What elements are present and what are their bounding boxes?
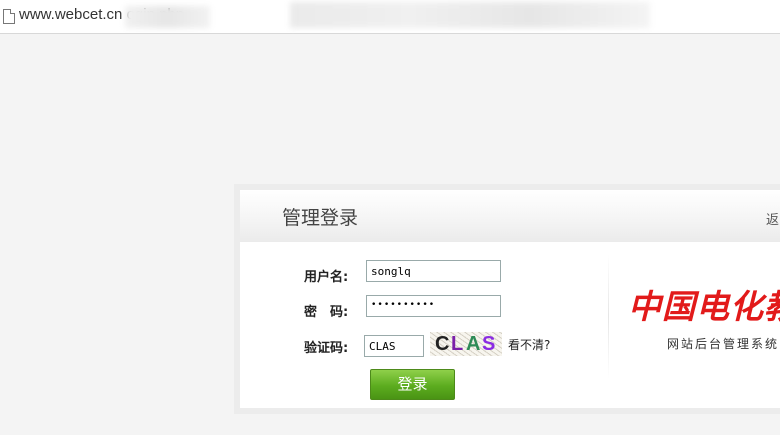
login-button[interactable]: 登录 (370, 369, 455, 400)
brand-logo: 中国电化教 (628, 287, 780, 326)
page-title: 管理登录 (282, 207, 359, 229)
login-panel-inner: 管理登录 返 用户名: 密 码: •••••••••• 验证码: C L A S… (240, 190, 780, 408)
username-label: 用户名: (304, 270, 349, 285)
username-input[interactable] (366, 260, 501, 282)
password-label: 密 码: (304, 305, 349, 320)
password-input[interactable]: •••••••••• (366, 295, 501, 317)
captcha-image[interactable]: C L A S (430, 332, 502, 356)
captcha-char: A (466, 333, 481, 355)
login-header: 管理登录 返 (240, 190, 780, 242)
address-bar[interactable]: www.webcet.cn ogin.php (0, 0, 780, 34)
login-panel: 管理登录 返 用户名: 密 码: •••••••••• 验证码: C L A S… (234, 184, 780, 414)
captcha-label: 验证码: (304, 341, 349, 356)
brand-subtitle: 网站后台管理系统 (667, 337, 780, 351)
page-icon (3, 9, 15, 24)
captcha-char: C (435, 333, 450, 355)
refresh-captcha-link[interactable]: 看不清? (508, 336, 550, 353)
captcha-char: L (451, 333, 464, 355)
captcha-char: S (482, 333, 496, 355)
redacted-region (290, 2, 650, 28)
captcha-input[interactable] (364, 335, 424, 357)
divider (608, 254, 609, 379)
back-link[interactable]: 返 (766, 209, 779, 228)
redacted-region (125, 6, 210, 28)
